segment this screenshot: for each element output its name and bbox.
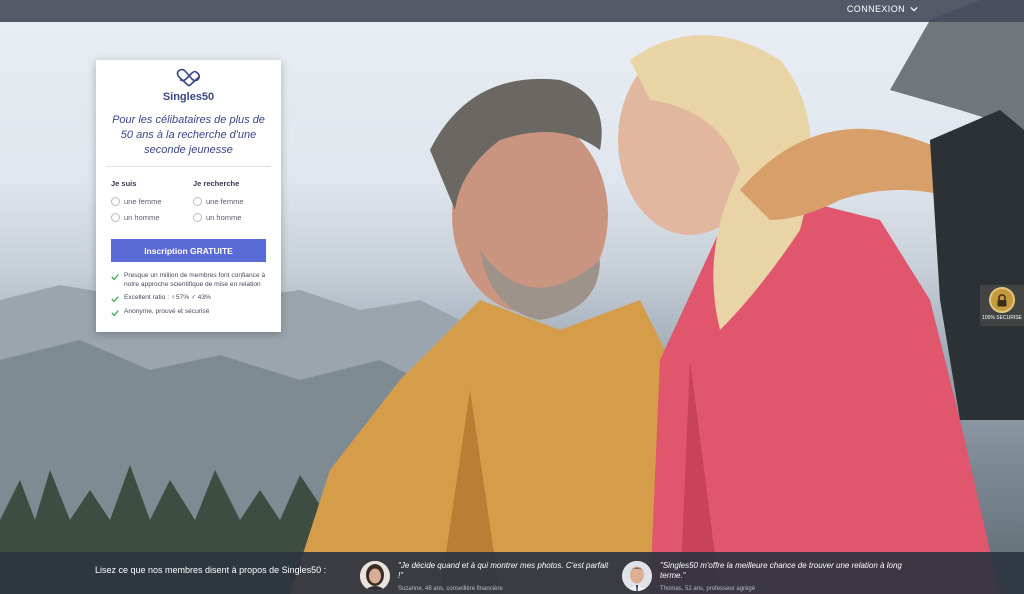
login-menu-button[interactable]: CONNEXION [847,4,918,14]
lock-seal [989,287,1015,313]
i-am-title: Je suis [111,179,137,188]
i-am-woman-label: une femme [124,197,162,206]
seeking-title: Je recherche [193,179,240,188]
seeking-woman-label: une femme [206,197,244,206]
feature-text: Excellent ratio : ♀57% ♂ 43% [124,294,211,301]
feature-item: Presque un million de membres font confi… [111,272,271,289]
testimonial-author: Suzanne, 48 ans, conseillère financière [398,586,503,592]
seeking-man-radio[interactable] [193,213,202,222]
testimonial-quote: "Je décide quand et à qui montrer mes ph… [398,561,609,580]
avatar [622,561,652,591]
free-signup-button[interactable]: Inscription GRATUITE [111,239,266,262]
tagline: Pour les célibataires de plus de 50 ans … [106,113,271,167]
i-am-woman-radio[interactable] [111,197,120,206]
seeking-group: Je recherche une femme un homme [193,179,275,229]
testimonial-quote: "Singles50 m'offre la meilleure chance d… [660,561,902,580]
testimonials-intro: Lisez ce que nos membres disent à propos… [95,565,327,575]
check-icon [111,274,119,281]
security-label: 100% SECURISE [982,315,1022,321]
i-am-woman-option[interactable]: une femme [111,197,193,206]
check-icon [111,310,119,317]
seeking-man-option[interactable]: un homme [193,213,275,222]
feature-text: Anonyme, prouvé et sécurisé [124,308,210,315]
seeking-man-label: un homme [206,213,242,222]
avatar-man-photo [622,561,652,591]
avatar-woman-photo [360,561,390,591]
feature-item: Anonyme, prouvé et sécurisé [111,308,271,317]
heart-infinity-logo-icon [176,68,200,87]
i-am-man-option[interactable]: un homme [111,213,193,222]
testimonial-card: "Je décide quand et à qui montrer mes ph… [360,561,610,592]
feature-list: Presque un million de membres font confi… [111,272,271,317]
login-label: CONNEXION [846,4,905,14]
seeking-woman-radio[interactable] [193,197,202,206]
testimonials-bar: Lisez ce que nos membres disent à propos… [0,552,1024,594]
i-am-man-radio[interactable] [111,213,120,222]
signup-card: Singles50 Pour les célibataires de plus … [96,60,281,332]
logo: Singles50 [96,68,281,103]
i-am-man-label: un homme [124,213,160,222]
seeking-woman-option[interactable]: une femme [193,197,275,206]
testimonial-body: "Je décide quand et à qui montrer mes ph… [398,561,610,592]
security-badge: 100% SECURISE [980,285,1024,326]
gender-choices: Je suis une femme un homme Je recherche … [111,179,281,229]
brand-name: Singles50 [162,91,215,103]
i-am-group: Je suis une femme un homme [111,179,193,229]
check-icon [111,296,119,303]
feature-text: Presque un million de membres font confi… [124,272,266,288]
top-bar: CONNEXION [0,0,1024,22]
avatar [360,561,390,591]
lock-icon [997,293,1007,306]
testimonial-body: "Singles50 m'offre la meilleure chance d… [660,561,912,592]
chevron-down-icon [910,6,918,12]
feature-item: Excellent ratio : ♀57% ♂ 43% [111,294,271,303]
testimonial-author: Thomas, 52 ans, professeur agrégé [660,586,756,592]
testimonial-card: "Singles50 m'offre la meilleure chance d… [622,561,912,592]
